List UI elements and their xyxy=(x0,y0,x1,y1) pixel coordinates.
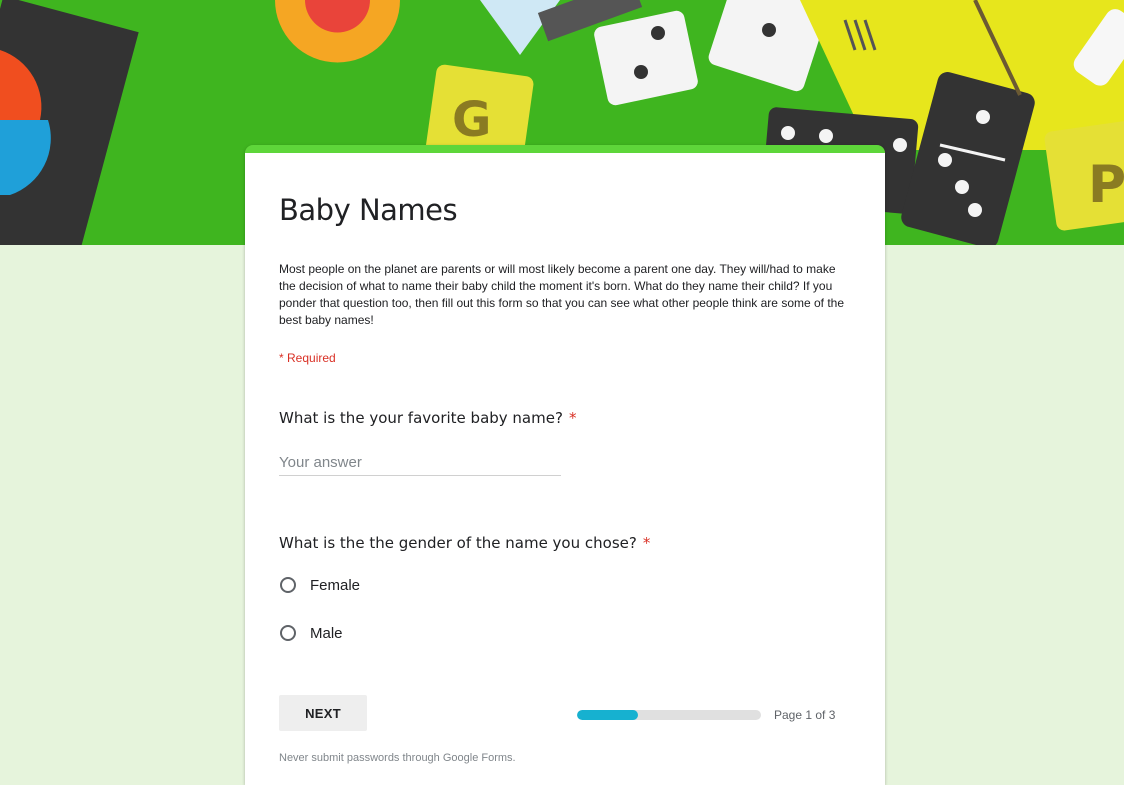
question-gender: What is the the gender of the name you c… xyxy=(279,534,650,552)
question-label: What is the the gender of the name you c… xyxy=(279,534,637,552)
form-description: Most people on the planet are parents or… xyxy=(279,262,845,327)
radio-label-female: Female xyxy=(310,576,361,594)
progress-fill xyxy=(577,710,639,720)
footer-note: Never submit passwords through Google Fo… xyxy=(279,752,516,764)
required-note: * Required xyxy=(279,351,336,365)
favorite-name-input[interactable] xyxy=(279,449,561,476)
radio-button[interactable] xyxy=(280,577,296,593)
form-title: Baby Names xyxy=(279,193,458,227)
progress-bar xyxy=(577,710,761,720)
question-label: What is the your favorite baby name? xyxy=(279,409,563,427)
required-asterisk: * xyxy=(568,409,577,427)
next-button[interactable]: NEXT xyxy=(279,695,367,731)
form-card: Baby Names Most people on the planet are… xyxy=(245,145,885,785)
radio-label-male: Male xyxy=(310,624,343,642)
banner-letter-g: G xyxy=(452,92,491,148)
page-indicator: Page 1 of 3 xyxy=(774,708,836,722)
required-asterisk: * xyxy=(642,534,651,552)
banner-letter-p: P xyxy=(1088,155,1124,215)
radio-option-male[interactable]: Male xyxy=(279,621,343,645)
radio-button[interactable] xyxy=(280,625,296,641)
question-favorite-name: What is the your favorite baby name? * xyxy=(279,409,576,427)
radio-option-female[interactable]: Female xyxy=(279,573,360,597)
